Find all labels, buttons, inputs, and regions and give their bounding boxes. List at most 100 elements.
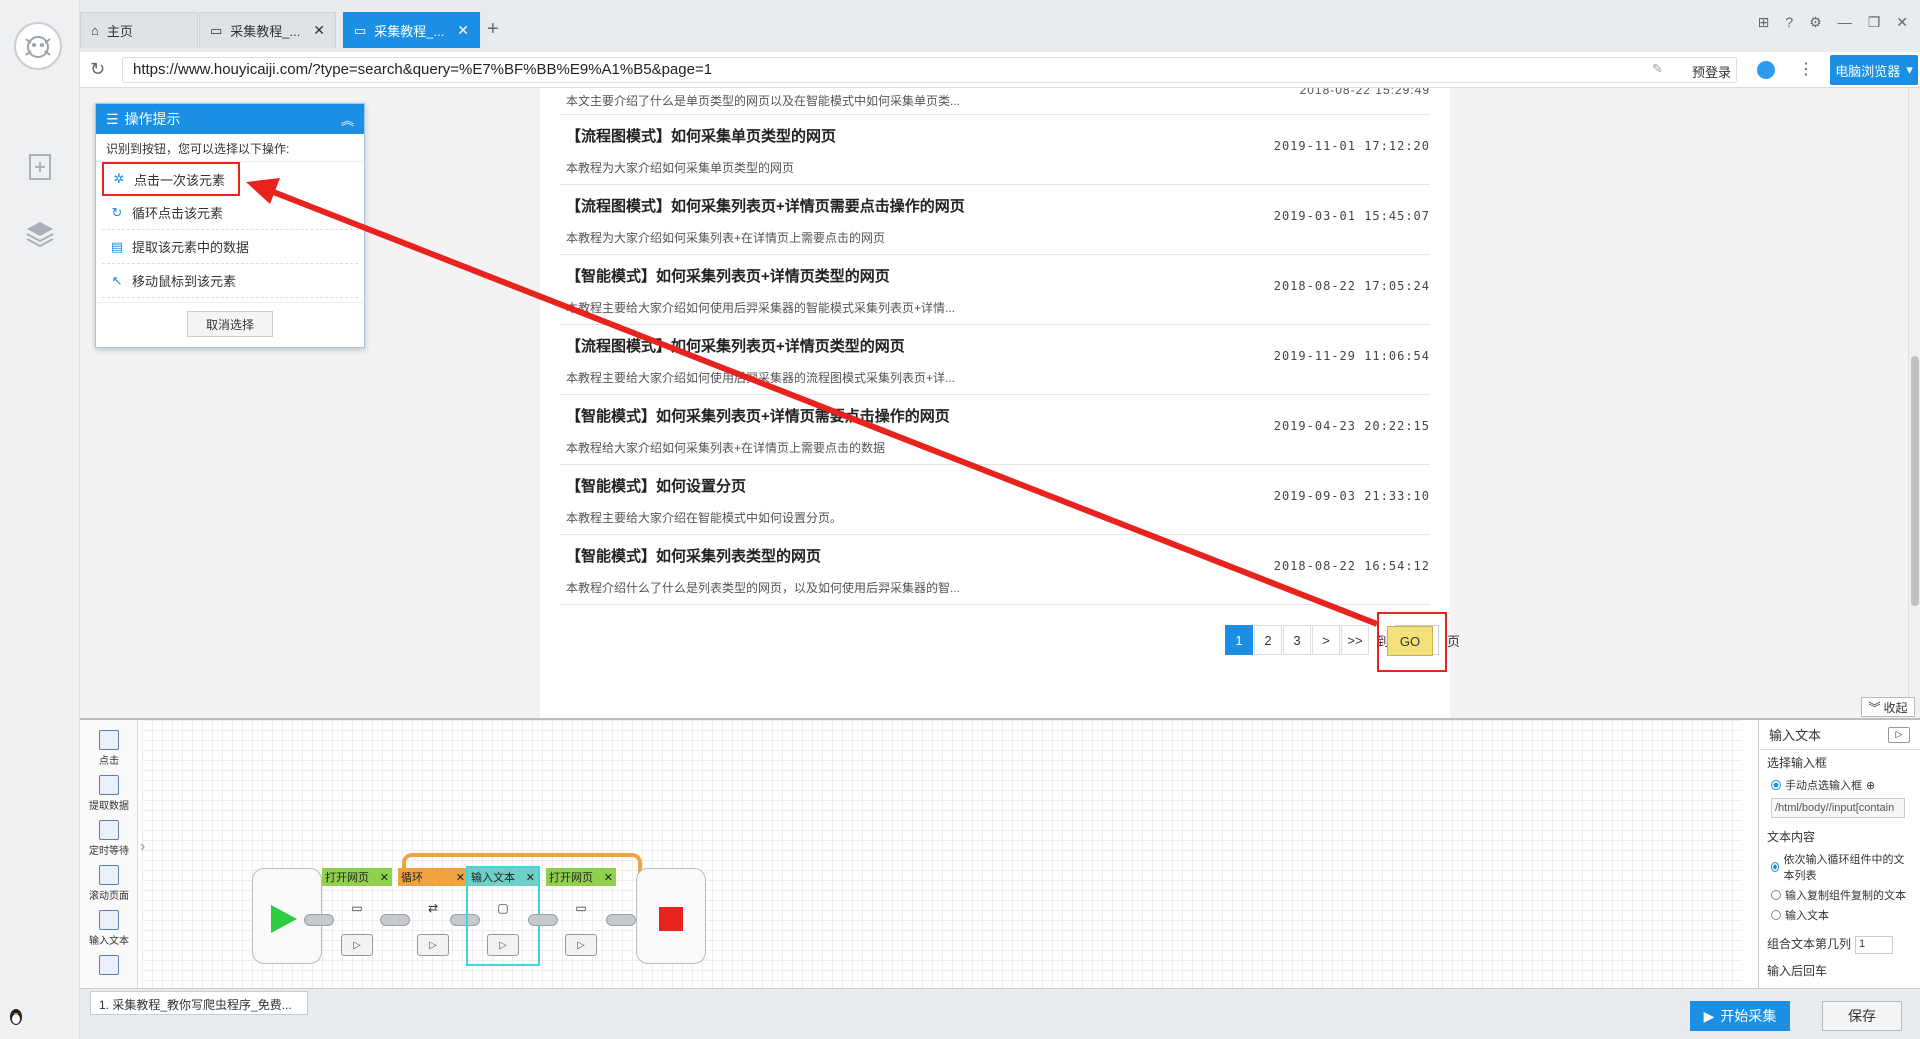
close-icon[interactable]: ✕ xyxy=(313,22,325,39)
option-label: 点击一次该元素 xyxy=(134,172,226,188)
tool-scroll[interactable]: 滚动页面 xyxy=(84,865,134,907)
close-icon[interactable]: ✕ xyxy=(456,871,465,884)
pencil-icon[interactable]: ✎ xyxy=(1652,61,1663,77)
scrollbar-thumb[interactable] xyxy=(1911,356,1919,606)
article-desc: 本文主要介绍了什么是单页类型的网页以及在智能模式中如何采集单页类... xyxy=(566,94,961,108)
close-icon[interactable]: ✕ xyxy=(380,871,389,884)
save-button[interactable]: 保存 xyxy=(1822,1001,1902,1031)
extract-data-option[interactable]: ▤ 提取该元素中的数据 xyxy=(102,230,358,264)
next-page-button[interactable]: > xyxy=(1312,625,1340,655)
article-date: 2018-08-22 16:54:12 xyxy=(1273,559,1430,573)
new-tab-icon[interactable]: + xyxy=(487,18,499,41)
list-item[interactable]: 【流程图模式】如何采集列表页+详情页类型的网页 2019-11-29 11:06… xyxy=(560,325,1430,395)
list-item[interactable]: 【智能模式】如何采集列表页+详情页类型的网页 2018-08-22 17:05:… xyxy=(560,255,1430,325)
run-node-button[interactable]: ▷ xyxy=(417,934,449,956)
list-item[interactable]: 【流程图模式】如何采集单页类型的网页 2019-11-01 17:12:20 本… xyxy=(560,115,1430,185)
run-node-button[interactable]: ▷ xyxy=(565,934,597,956)
loop-text-radio[interactable]: 依次输入循环组件中的文本列表 xyxy=(1759,849,1920,885)
help-icon[interactable]: ? xyxy=(1785,14,1793,31)
input-text-radio[interactable]: 输入文本 xyxy=(1759,905,1920,925)
browser-mode-button[interactable]: 电脑浏览器 ▾ xyxy=(1830,55,1918,85)
close-icon[interactable]: ✕ xyxy=(604,871,613,884)
task-tab[interactable]: 1. 采集教程_教你写爬虫程序_免费... xyxy=(90,991,308,1015)
browser-icon: ▭ xyxy=(575,901,587,915)
gift-icon[interactable]: ⊞ xyxy=(1758,14,1770,31)
option-label: 移动鼠标到该元素 xyxy=(132,274,237,289)
settings-icon[interactable]: ⚙ xyxy=(1809,14,1822,31)
layers-icon[interactable] xyxy=(25,218,55,248)
hourglass-icon xyxy=(99,820,119,840)
radio-dot xyxy=(1771,862,1780,872)
run-node-button[interactable]: ▷ xyxy=(487,934,519,956)
tool-wait[interactable]: 定时等待 xyxy=(84,820,134,862)
node-label: 输入文本 xyxy=(471,872,515,884)
minimize-icon[interactable]: — xyxy=(1838,14,1852,31)
cursor-icon: ↖ xyxy=(111,272,123,288)
flow-node-input-text[interactable]: 输入文本 ✕ ▢ ▷ xyxy=(466,866,540,966)
target-icon[interactable]: ⊕ xyxy=(1866,779,1875,792)
list-item[interactable]: 【流程图模式】如何采集列表页+详情页需要点击操作的网页 2019-03-01 1… xyxy=(560,185,1430,255)
stop-icon xyxy=(659,907,683,931)
tool-input[interactable]: 输入文本 xyxy=(84,910,134,952)
start-collect-button[interactable]: ▶ 开始采集 xyxy=(1690,1001,1790,1031)
reload-icon[interactable]: ↻ xyxy=(90,59,112,81)
plugin-icon[interactable] xyxy=(1757,61,1775,79)
tab-tutorial-1[interactable]: ▭ 采集教程_... ✕ xyxy=(199,12,336,48)
play-icon: ▶ xyxy=(1703,1007,1715,1024)
tab-tutorial-2[interactable]: ▭ 采集教程_... ✕ xyxy=(343,12,480,48)
flow-canvas[interactable]: 打开网页 ✕ ▭ ▷ 循环 ✕ ⇄ ▷ 输入文本 ✕ ▢ ▷ 打开网页 ✕ ▭ ▷ xyxy=(142,720,1742,990)
play-icon[interactable]: ▷ xyxy=(1888,726,1910,743)
article-desc: 本教程为大家介绍如何采集单页类型的网页 xyxy=(566,161,795,175)
tool-click[interactable]: 点击 xyxy=(84,730,134,772)
article-title[interactable]: 【流程图模式】如何采集单页类型的网页 xyxy=(566,125,836,146)
article-title[interactable]: 【流程图模式】如何采集列表页+详情页需要点击操作的网页 xyxy=(566,195,965,216)
chevron-right-icon[interactable]: › xyxy=(140,838,145,856)
tips-subtitle: 识别到按钮，您可以选择以下操作: xyxy=(96,134,364,162)
end-node[interactable] xyxy=(636,868,706,964)
copy-text-radio[interactable]: 输入复制组件复制的文本 xyxy=(1759,885,1920,905)
hover-option[interactable]: ↖ 移动鼠标到该元素 xyxy=(102,264,358,298)
last-page-button[interactable]: >> xyxy=(1341,625,1369,655)
article-title[interactable]: 【智能模式】如何设置分页 xyxy=(566,475,746,496)
article-title[interactable]: 【流程图模式】如何采集列表页+详情页类型的网页 xyxy=(566,335,905,356)
close-icon[interactable]: ✕ xyxy=(526,871,535,884)
loop-click-option[interactable]: ↻ 循环点击该元素 xyxy=(102,196,358,230)
pre-login-button[interactable]: 预登录 xyxy=(1692,62,1731,81)
click-once-option[interactable]: ✲ 点击一次该元素 xyxy=(102,162,240,196)
restore-icon[interactable]: ❐ xyxy=(1868,14,1881,31)
url-input[interactable]: https://www.houyicaiji.com/?type=search&… xyxy=(122,57,1737,83)
close-window-icon[interactable]: ✕ xyxy=(1896,14,1908,31)
page-2-button[interactable]: 2 xyxy=(1254,625,1282,655)
tool-extract[interactable]: 提取数据 xyxy=(84,775,134,817)
list-item[interactable]: 【智能模式】如何设置分页 2019-09-03 21:33:10 本教程主要给大… xyxy=(560,465,1430,535)
close-icon[interactable]: ✕ xyxy=(457,22,469,39)
run-node-button[interactable]: ▷ xyxy=(341,934,373,956)
page-1-button[interactable]: 1 xyxy=(1225,625,1253,655)
article-title[interactable]: 【智能模式】如何采集列表类型的网页 xyxy=(566,545,821,566)
operation-tips-panel: ☰ 操作提示 ︽ 识别到按钮，您可以选择以下操作: ✲ 点击一次该元素 ↻ 循环… xyxy=(95,103,365,348)
list-item[interactable]: 【智能模式】如何采集列表类型的网页 2018-08-22 16:54:12 本教… xyxy=(560,535,1430,605)
new-task-icon[interactable] xyxy=(25,152,55,182)
home-icon: ⌂ xyxy=(91,23,99,38)
list-item[interactable]: 【智能模式】如何采集列表页+详情页需要点击操作的网页 2019-04-23 20… xyxy=(560,395,1430,465)
chevron-up-icon[interactable]: ︽ xyxy=(341,110,354,129)
article-title[interactable]: 【智能模式】如何采集列表页+详情页类型的网页 xyxy=(566,265,890,286)
cancel-selection-button[interactable]: 取消选择 xyxy=(187,311,273,337)
xpath-field[interactable]: /html/body//input[contain xyxy=(1771,798,1905,818)
scrollbar[interactable] xyxy=(1908,88,1920,718)
collapse-designer-button[interactable]: ︾ 收起 xyxy=(1861,697,1915,717)
page-3-button[interactable]: 3 xyxy=(1283,625,1311,655)
tab-home[interactable]: ⌂ 主页 xyxy=(80,12,198,48)
more-icon[interactable]: ⋮ xyxy=(1798,59,1814,79)
enter-after-input-label: 输入后回车 xyxy=(1767,963,1828,978)
article-title[interactable]: 【智能模式】如何采集列表页+详情页需要点击操作的网页 xyxy=(566,405,950,426)
column-input[interactable]: 1 xyxy=(1855,935,1894,954)
go-button[interactable]: GO xyxy=(1387,626,1433,656)
qq-penguin-icon[interactable] xyxy=(8,1008,26,1026)
tab-label: 采集教程_... xyxy=(230,24,301,39)
document-icon xyxy=(99,955,119,975)
input-icon xyxy=(99,910,119,930)
node-label: 循环 xyxy=(401,872,423,884)
flow-node-open-page-2[interactable]: 打开网页 ✕ ▭ ▷ xyxy=(546,868,616,964)
manual-select-radio[interactable]: 手动点选输入框 ⊕ xyxy=(1759,775,1920,795)
